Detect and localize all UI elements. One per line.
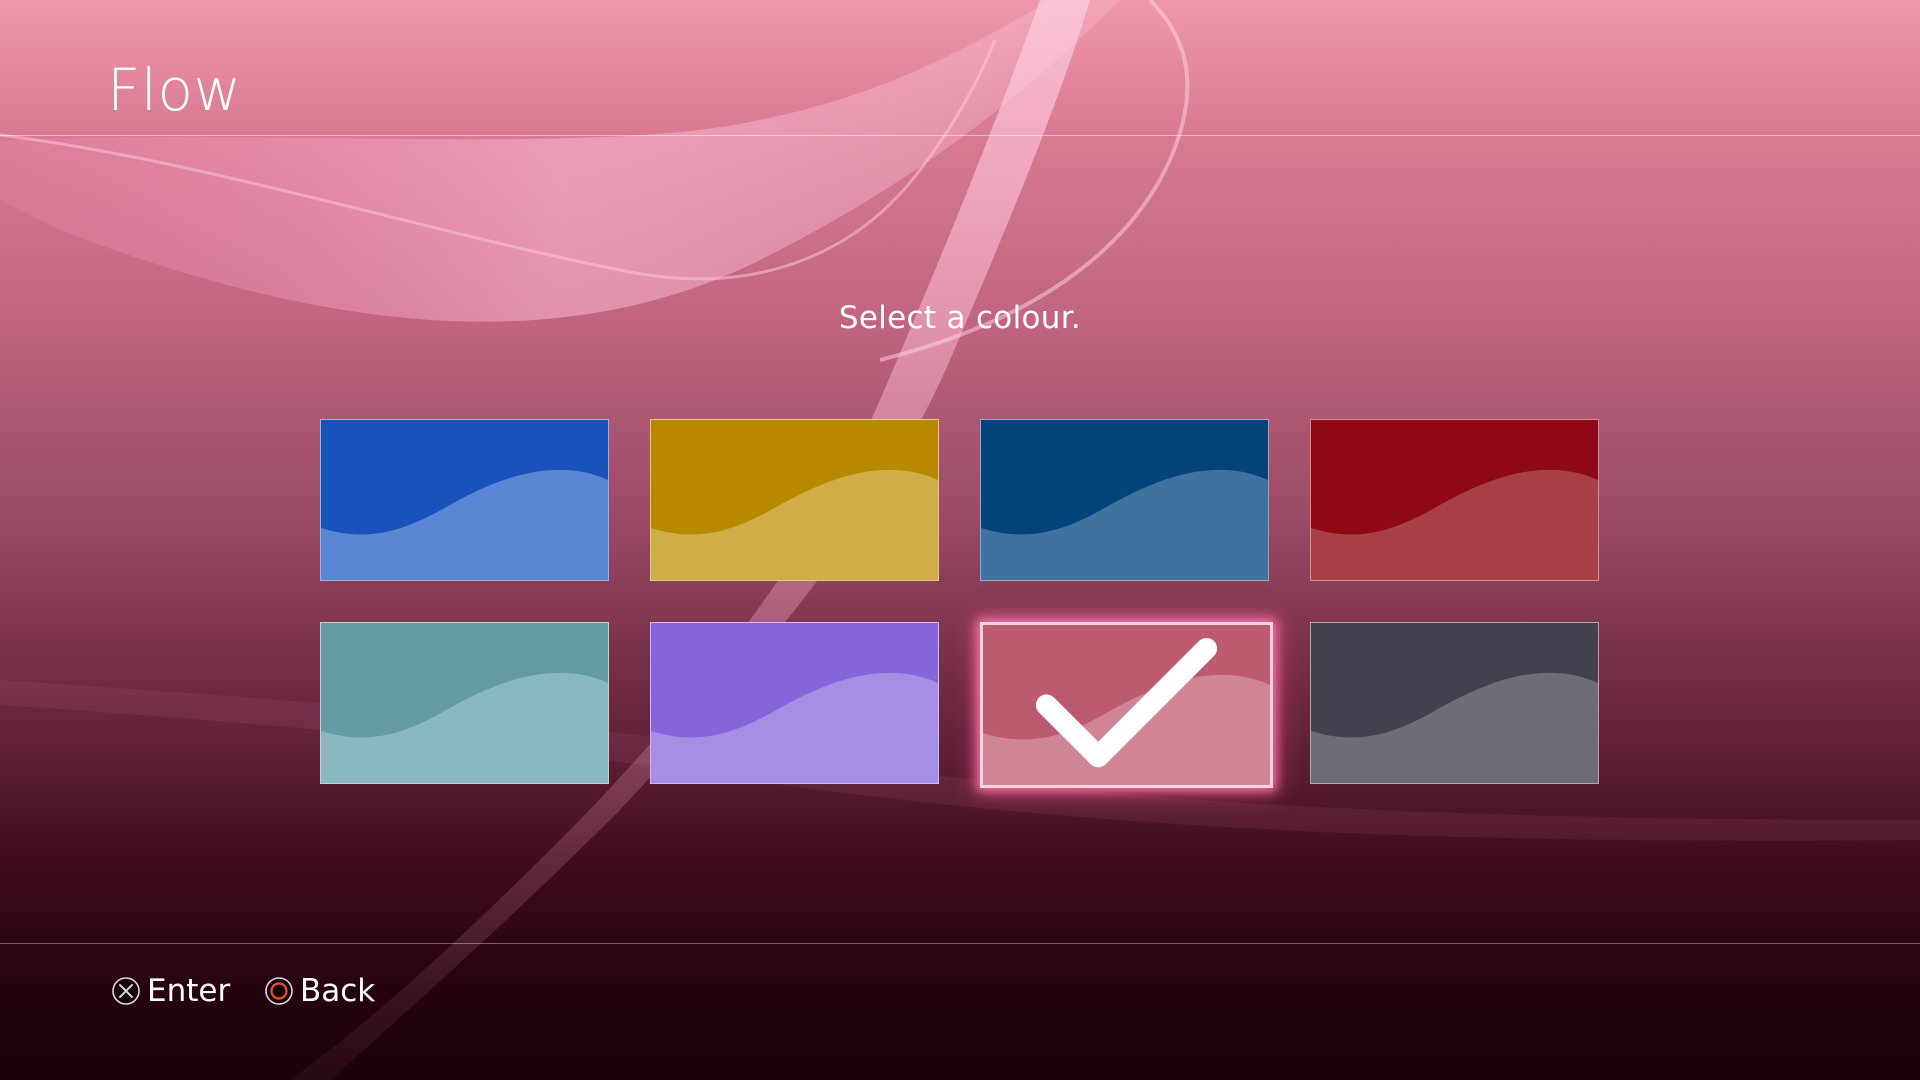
swatch-wave [651,672,938,783]
color-swatch-purple[interactable] [650,622,939,784]
circle-button-icon [265,977,293,1005]
swatch-wave [1311,469,1598,580]
theme-color-screen: Flow Select a colour. Enter Back [0,0,1920,1080]
back-label: Back [300,973,376,1009]
enter-label: Enter [147,973,231,1009]
color-swatch-pink[interactable] [980,622,1273,788]
check-icon [1035,637,1218,768]
button-hints-bar: Enter Back [0,943,1920,1080]
swatch-wave [981,469,1268,580]
color-swatch-navy[interactable] [980,419,1269,581]
color-swatch-grey[interactable] [1310,622,1599,784]
color-swatch-red[interactable] [1310,419,1599,581]
color-swatch-blue[interactable] [320,419,609,581]
color-swatch-teal[interactable] [320,622,609,784]
cross-button-icon [112,977,140,1005]
enter-hint[interactable]: Enter [111,973,230,1009]
color-swatch-gold[interactable] [650,419,939,581]
swatch-wave [1311,672,1598,783]
back-hint[interactable]: Back [264,973,375,1009]
swatch-wave [321,469,608,580]
swatch-wave [321,672,608,783]
color-swatch-grid [0,0,1920,1080]
swatch-wave [651,469,938,580]
